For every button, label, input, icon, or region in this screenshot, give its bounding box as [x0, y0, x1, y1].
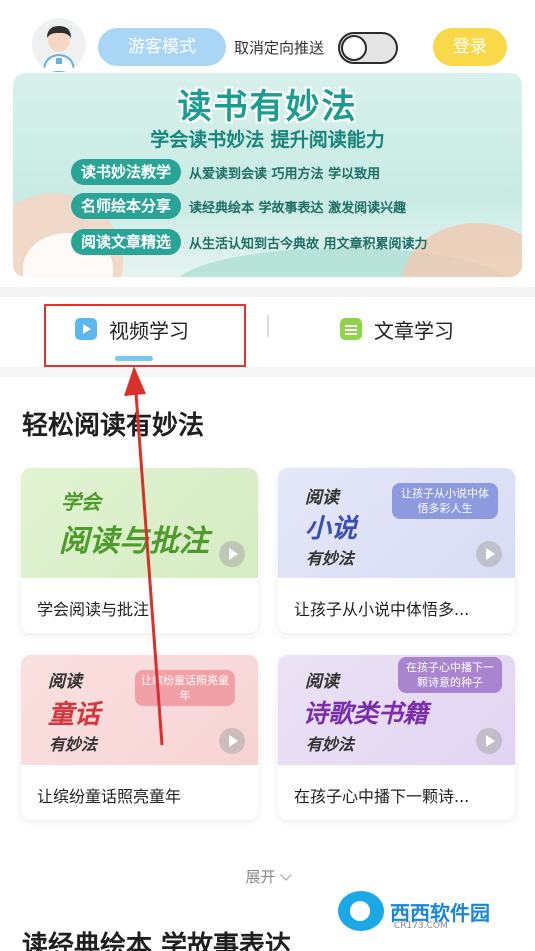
cancel-targeted-push-label: 取消定向推送: [234, 39, 325, 57]
banner-pill: 名师绘本分享: [71, 193, 182, 219]
banner-desc: 从爱读到会读 巧用方法 学以致用: [189, 166, 381, 182]
video-thumbnail: 阅读 小说 有妙法 让孩子从小说中体悟多彩人生: [278, 468, 515, 578]
promo-banner[interactable]: 读书有妙法 学会读书妙法 提升阅读能力 读书妙法教学 从爱读到会读 巧用方法 学…: [13, 73, 522, 277]
thumb-speech-bubble: 让缤纷童话照亮童年: [135, 670, 235, 706]
thumb-big-text: 小说: [305, 514, 358, 544]
chevron-down-icon: [279, 869, 292, 881]
video-caption: 让孩子从小说中体悟多...: [294, 600, 470, 619]
video-thumbnail: 学会 阅读与批注: [21, 468, 258, 578]
tab-article-learning[interactable]: 文章学习: [340, 312, 454, 346]
play-icon: [219, 728, 245, 754]
banner-pill: 阅读文章精选: [71, 229, 182, 255]
section-divider: [0, 287, 535, 297]
play-icon: [476, 541, 502, 567]
banner-desc: 从生活认知到古今典故 用文章积累阅读力: [189, 236, 428, 252]
video-thumbnail: 阅读 诗歌类书籍 有妙法 在孩子心中播下一颗诗意的种子: [278, 655, 515, 765]
video-card[interactable]: 阅读 童话 有妙法 让缤纷童话照亮童年 让缤纷童话照亮童年: [21, 655, 258, 820]
section-divider: [0, 367, 535, 377]
thumb-small-text: 阅读: [305, 672, 339, 692]
targeted-push-toggle[interactable]: [338, 32, 398, 64]
thumb-big-text: 诗歌类书籍: [303, 699, 429, 728]
video-card[interactable]: 学会 阅读与批注 学会阅读与批注: [21, 468, 258, 633]
thumb-big-text: 阅读与批注: [59, 524, 209, 559]
avatar[interactable]: [32, 18, 86, 72]
thumb-small-text: 有妙法: [306, 735, 355, 754]
banner-pill: 读书妙法教学: [71, 159, 182, 185]
banner-subtitle: 学会读书妙法 提升阅读能力: [150, 129, 385, 151]
thumb-speech-bubble: 让孩子从小说中体悟多彩人生: [392, 483, 498, 519]
expand-button[interactable]: 展开: [0, 866, 535, 887]
top-bar: 游客模式 取消定向推送 登录: [0, 0, 535, 72]
banner-row: 阅读文章精选 从生活认知到古今典故 用文章积累阅读力: [71, 229, 428, 255]
expand-label: 展开: [245, 868, 276, 886]
user-avatar-icon: [32, 18, 86, 72]
thumb-small-text: 阅读: [48, 672, 82, 692]
thumb-small-text: 学会: [61, 490, 101, 514]
banner-title: 读书有妙法: [177, 87, 358, 127]
video-caption: 学会阅读与批注: [37, 600, 150, 619]
banner-row: 名师绘本分享 读经典绘本 学故事表达 激发阅读兴趣: [71, 193, 406, 219]
highlight-annotation-box: [44, 304, 246, 367]
thumb-big-text: 童话: [48, 700, 101, 730]
thumb-small-text: 有妙法: [49, 735, 98, 754]
toggle-knob: [341, 35, 367, 61]
thumb-small-text: 阅读: [305, 488, 339, 508]
login-button[interactable]: 登录: [433, 28, 507, 66]
banner-row: 读书妙法教学 从爱读到会读 巧用方法 学以致用: [71, 159, 380, 185]
watermark-logo-icon: [338, 891, 384, 931]
thumb-speech-bubble: 在孩子心中播下一颗诗意的种子: [398, 657, 502, 693]
video-caption: 在孩子心中播下一颗诗...: [294, 787, 470, 806]
watermark-subtext: CR173.COM: [394, 921, 448, 931]
thumb-small-text: 有妙法: [306, 549, 355, 568]
guest-mode-button[interactable]: 游客模式: [98, 28, 226, 66]
tab-article-label: 文章学习: [374, 318, 454, 343]
play-icon: [476, 728, 502, 754]
document-icon: [340, 318, 362, 340]
play-icon: [219, 541, 245, 567]
video-caption: 让缤纷童话照亮童年: [37, 787, 182, 806]
video-thumbnail: 阅读 童话 有妙法 让缤纷童话照亮童年: [21, 655, 258, 765]
tab-separator: [267, 315, 269, 337]
section-title: 读经典绘本 学故事表达: [22, 931, 292, 951]
video-card[interactable]: 阅读 诗歌类书籍 有妙法 在孩子心中播下一颗诗意的种子 在孩子心中播下一颗诗..…: [278, 655, 515, 820]
section-title: 轻松阅读有妙法: [22, 411, 205, 441]
banner-desc: 读经典绘本 学故事表达 激发阅读兴趣: [189, 200, 407, 216]
watermark: 西西软件园 CR173.COM: [332, 885, 522, 937]
video-card[interactable]: 阅读 小说 有妙法 让孩子从小说中体悟多彩人生 让孩子从小说中体悟多...: [278, 468, 515, 633]
